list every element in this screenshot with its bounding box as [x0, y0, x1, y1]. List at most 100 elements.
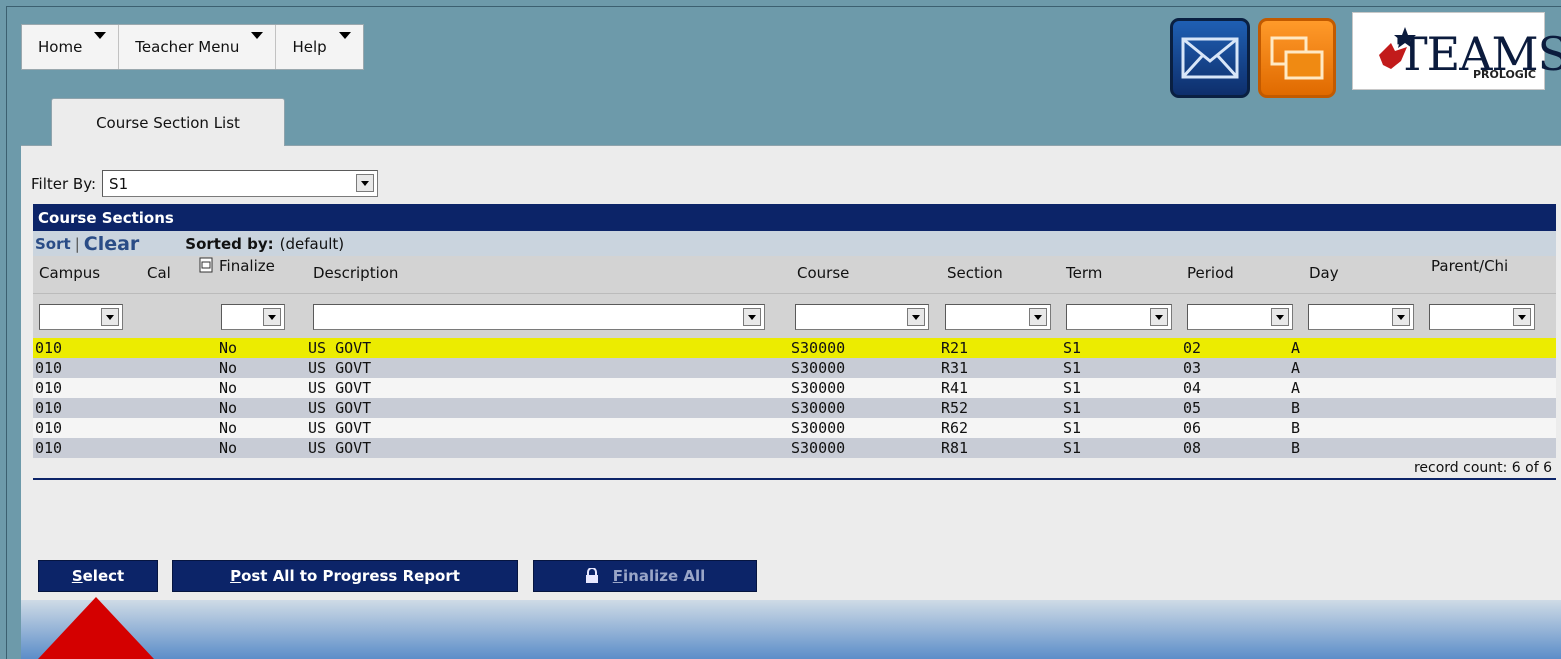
cell-course: S30000 — [791, 379, 846, 397]
cell-term: S1 — [1063, 399, 1082, 417]
cell-period: 08 — [1183, 439, 1202, 457]
table-row[interactable]: 010 No US GOVT S30000 R21 S1 02 A — [33, 338, 1556, 358]
dropdown-button-icon[interactable] — [101, 308, 119, 326]
finalize-all-label: inalize All — [623, 567, 706, 585]
cell-course: S30000 — [791, 399, 846, 417]
term-filter-select[interactable] — [1066, 304, 1172, 330]
cell-period: 02 — [1183, 339, 1202, 357]
table-row[interactable]: 010 No US GOVT S30000 R31 S1 03 A — [33, 358, 1556, 378]
col-header-parent-child[interactable]: Parent/Chi — [1431, 257, 1508, 275]
lock-icon — [585, 567, 599, 584]
windows-icon[interactable] — [1258, 18, 1336, 98]
window-stack-icon — [1270, 36, 1324, 80]
cell-term: S1 — [1063, 359, 1082, 377]
dropdown-button-icon[interactable] — [743, 308, 761, 326]
cell-campus: 010 — [35, 359, 63, 377]
filter-value: S1 — [109, 174, 129, 193]
dropdown-button-icon[interactable] — [1392, 308, 1410, 326]
cell-finalize: No — [219, 399, 238, 417]
col-header-period[interactable]: Period — [1187, 264, 1234, 282]
dropdown-button-icon[interactable] — [263, 308, 281, 326]
col-header-term[interactable]: Term — [1066, 264, 1102, 282]
col-header-finalize[interactable]: Finalize — [219, 257, 275, 275]
panel-footer-gradient — [21, 600, 1561, 659]
course-filter-select[interactable] — [795, 304, 929, 330]
cell-term: S1 — [1063, 439, 1082, 457]
filter-select[interactable]: S1 — [102, 170, 379, 197]
col-header-cal[interactable]: Cal — [147, 264, 171, 282]
cell-campus: 010 — [35, 339, 63, 357]
sort-link[interactable]: Sort — [35, 235, 71, 253]
table-body: 010 No US GOVT S30000 R21 S1 02 A 010 No US GOVT S3… — [33, 338, 1556, 458]
logo-subtext: PROLOGIC — [1472, 68, 1536, 81]
dropdown-button-icon[interactable] — [1029, 308, 1047, 326]
tab-course-section-list[interactable]: Course Section List — [51, 98, 285, 146]
day-filter-select[interactable] — [1308, 304, 1414, 330]
description-filter-select[interactable] — [313, 304, 765, 330]
clear-link[interactable]: Clear — [84, 233, 140, 255]
post-all-button-label: ost All to Progress Report — [241, 567, 460, 585]
teams-logo: TEAMS PROLOGIC — [1352, 12, 1561, 90]
main-menu-bar: Home Teacher Menu Help — [21, 24, 364, 70]
sort-bar: Sort | Clear Sorted by: (default) — [33, 231, 1556, 256]
cell-course: S30000 — [791, 359, 846, 377]
col-header-course[interactable]: Course — [797, 264, 849, 282]
dropdown-button-icon[interactable] — [1150, 308, 1168, 326]
cell-section: R62 — [941, 419, 969, 437]
cell-day: B — [1291, 439, 1301, 457]
record-count: record count: 6 of 6 — [33, 458, 1556, 480]
cell-period: 03 — [1183, 359, 1202, 377]
table-row[interactable]: 010 No US GOVT S30000 R52 S1 05 B — [33, 398, 1556, 418]
dropdown-button-icon[interactable] — [1513, 308, 1531, 326]
sorted-by-value: (default) — [279, 234, 345, 253]
envelope-icon — [1181, 37, 1239, 79]
column-filter-row — [33, 294, 1556, 338]
cell-description: US GOVT — [308, 439, 372, 457]
dropdown-arrow-icon — [338, 32, 351, 39]
cell-campus: 010 — [35, 399, 63, 417]
dropdown-button-icon[interactable] — [1271, 308, 1289, 326]
select-button-label: elect — [82, 567, 125, 585]
campus-filter-select[interactable] — [39, 304, 123, 330]
cell-period: 06 — [1183, 419, 1202, 437]
grid-title: Course Sections — [33, 204, 1556, 231]
course-sections-grid: Course Sections Sort | Clear Sorted by: … — [33, 204, 1556, 480]
cell-section: R31 — [941, 359, 969, 377]
finalize-all-button[interactable]: Finalize All — [533, 560, 757, 592]
table-row[interactable]: 010 No US GOVT S30000 R41 S1 04 A — [33, 378, 1556, 398]
menu-teacher[interactable]: Teacher Menu — [119, 25, 277, 69]
menu-help[interactable]: Help — [276, 25, 362, 69]
menu-home[interactable]: Home — [22, 25, 120, 69]
col-header-day[interactable]: Day — [1309, 264, 1339, 282]
cell-section: R81 — [941, 439, 969, 457]
cell-finalize: No — [219, 439, 238, 457]
column-header-row: Campus Cal Finalize Description Course S… — [33, 256, 1556, 294]
finalize-filter-select[interactable] — [221, 304, 285, 330]
select-button[interactable]: Select — [38, 560, 158, 592]
cell-term: S1 — [1063, 419, 1082, 437]
col-header-description[interactable]: Description — [313, 264, 398, 282]
table-row[interactable]: 010 No US GOVT S30000 R62 S1 06 B — [33, 418, 1556, 438]
section-filter-select[interactable] — [945, 304, 1051, 330]
period-filter-select[interactable] — [1187, 304, 1293, 330]
menu-help-label: Help — [292, 38, 327, 56]
col-header-section[interactable]: Section — [947, 264, 1003, 282]
cell-section: R41 — [941, 379, 969, 397]
cell-finalize: No — [219, 359, 238, 377]
table-row[interactable]: 010 No US GOVT S30000 R81 S1 08 B — [33, 438, 1556, 458]
cell-campus: 010 — [35, 419, 63, 437]
menu-home-label: Home — [38, 38, 83, 56]
post-all-button-accesskey: P — [230, 567, 242, 585]
post-all-progress-report-button[interactable]: Post All to Progress Report — [172, 560, 518, 592]
parent-child-filter-select[interactable] — [1429, 304, 1535, 330]
cell-day: A — [1291, 379, 1301, 397]
cell-day: A — [1291, 339, 1301, 357]
mail-icon[interactable] — [1170, 18, 1250, 98]
dropdown-button-icon[interactable] — [907, 308, 925, 326]
cell-period: 05 — [1183, 399, 1202, 417]
cell-finalize: No — [219, 379, 238, 397]
sorted-by-label: Sorted by: — [185, 234, 274, 253]
cell-description: US GOVT — [308, 379, 372, 397]
dropdown-button-icon[interactable] — [356, 174, 375, 192]
col-header-campus[interactable]: Campus — [39, 264, 100, 282]
